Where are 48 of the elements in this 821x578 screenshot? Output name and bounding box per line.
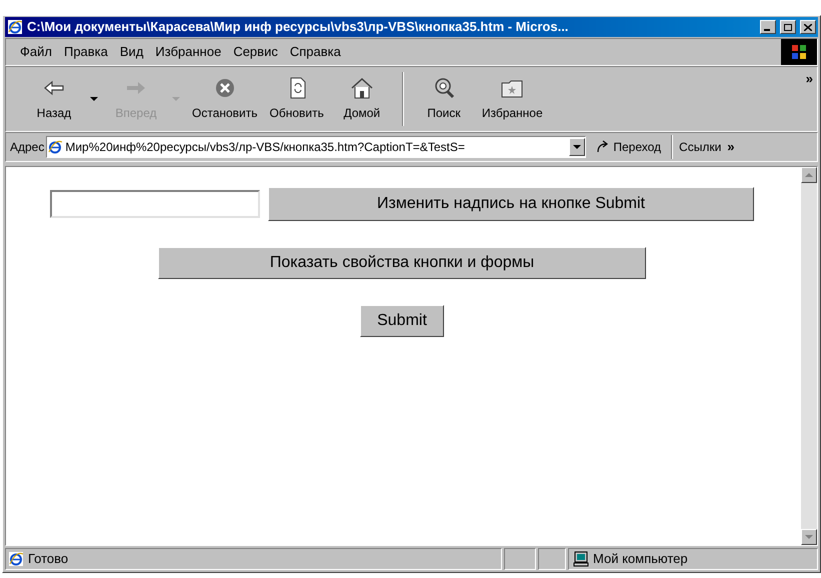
toolbar-button[interactable]: Избранное xyxy=(476,76,549,122)
page-icon xyxy=(8,551,24,567)
caret-icon xyxy=(573,144,582,150)
dropdown-caret-icon xyxy=(172,96,180,102)
dropdown-caret-icon xyxy=(90,96,98,102)
toolbar-button[interactable]: Остановить xyxy=(186,76,264,122)
menu-item[interactable]: Вид xyxy=(114,42,150,62)
show-properties-button[interactable]: Показать свойства кнопки и формы xyxy=(158,247,646,279)
minimize-button[interactable] xyxy=(760,20,776,34)
page-icon xyxy=(47,139,64,155)
menu-item[interactable]: Файл xyxy=(14,42,58,62)
toolbar-button[interactable]: Обновить xyxy=(264,76,330,122)
close-button[interactable] xyxy=(800,20,816,34)
vertical-scrollbar[interactable] xyxy=(801,167,817,545)
toolbar-button[interactable]: Назад xyxy=(22,76,104,122)
status-text: Готово xyxy=(28,550,68,568)
window-title: C:\Мои документы\Карасева\Мир инф ресурсы\vbs3\лр-VBS\кнопка35.htm - Micros... xyxy=(27,18,570,36)
address-label: Адрес xyxy=(10,139,44,156)
windows-flag-icon xyxy=(791,44,807,60)
menu-item[interactable]: Справка xyxy=(284,42,347,62)
toolbar-button[interactable]: Поиск xyxy=(412,76,476,122)
text-field[interactable] xyxy=(50,190,260,218)
toolbar-button[interactable]: Домой xyxy=(330,76,394,122)
computer-icon xyxy=(573,551,589,567)
close-icon xyxy=(804,24,812,30)
scroll-up-button[interactable] xyxy=(801,167,817,183)
menu-item[interactable]: Правка xyxy=(58,42,114,62)
maximize-button[interactable] xyxy=(780,20,796,34)
submit-button[interactable]: Submit xyxy=(360,305,444,337)
zone-text: Мой компьютер xyxy=(593,550,688,568)
up-arrow-icon xyxy=(805,173,813,177)
status-panel xyxy=(538,548,566,570)
links-button[interactable]: Ссылки xyxy=(675,138,726,156)
address-field[interactable]: Мир%20инф%20ресурсы/vbs3/лр-VBS/кнопка35.htm?CaptionT=&TestS= xyxy=(46,136,586,158)
status-panel xyxy=(504,548,536,570)
more-chevron[interactable]: » xyxy=(727,137,735,157)
dropdown-button[interactable] xyxy=(569,138,586,156)
house-icon xyxy=(348,76,375,100)
scroll-down-button[interactable] xyxy=(801,529,817,545)
menu-item[interactable]: Сервис xyxy=(227,42,284,62)
menu-item[interactable]: Избранное xyxy=(149,42,228,62)
down-arrow-icon xyxy=(805,535,813,539)
go-arrow-icon xyxy=(596,140,610,154)
browser-icon xyxy=(7,19,23,35)
maximize-icon xyxy=(784,24,792,30)
go-button[interactable]: Переход xyxy=(588,138,670,156)
change-caption-button[interactable]: Изменить надпись на кнопке Submit xyxy=(268,187,754,221)
more-chevron[interactable]: » xyxy=(806,69,813,88)
